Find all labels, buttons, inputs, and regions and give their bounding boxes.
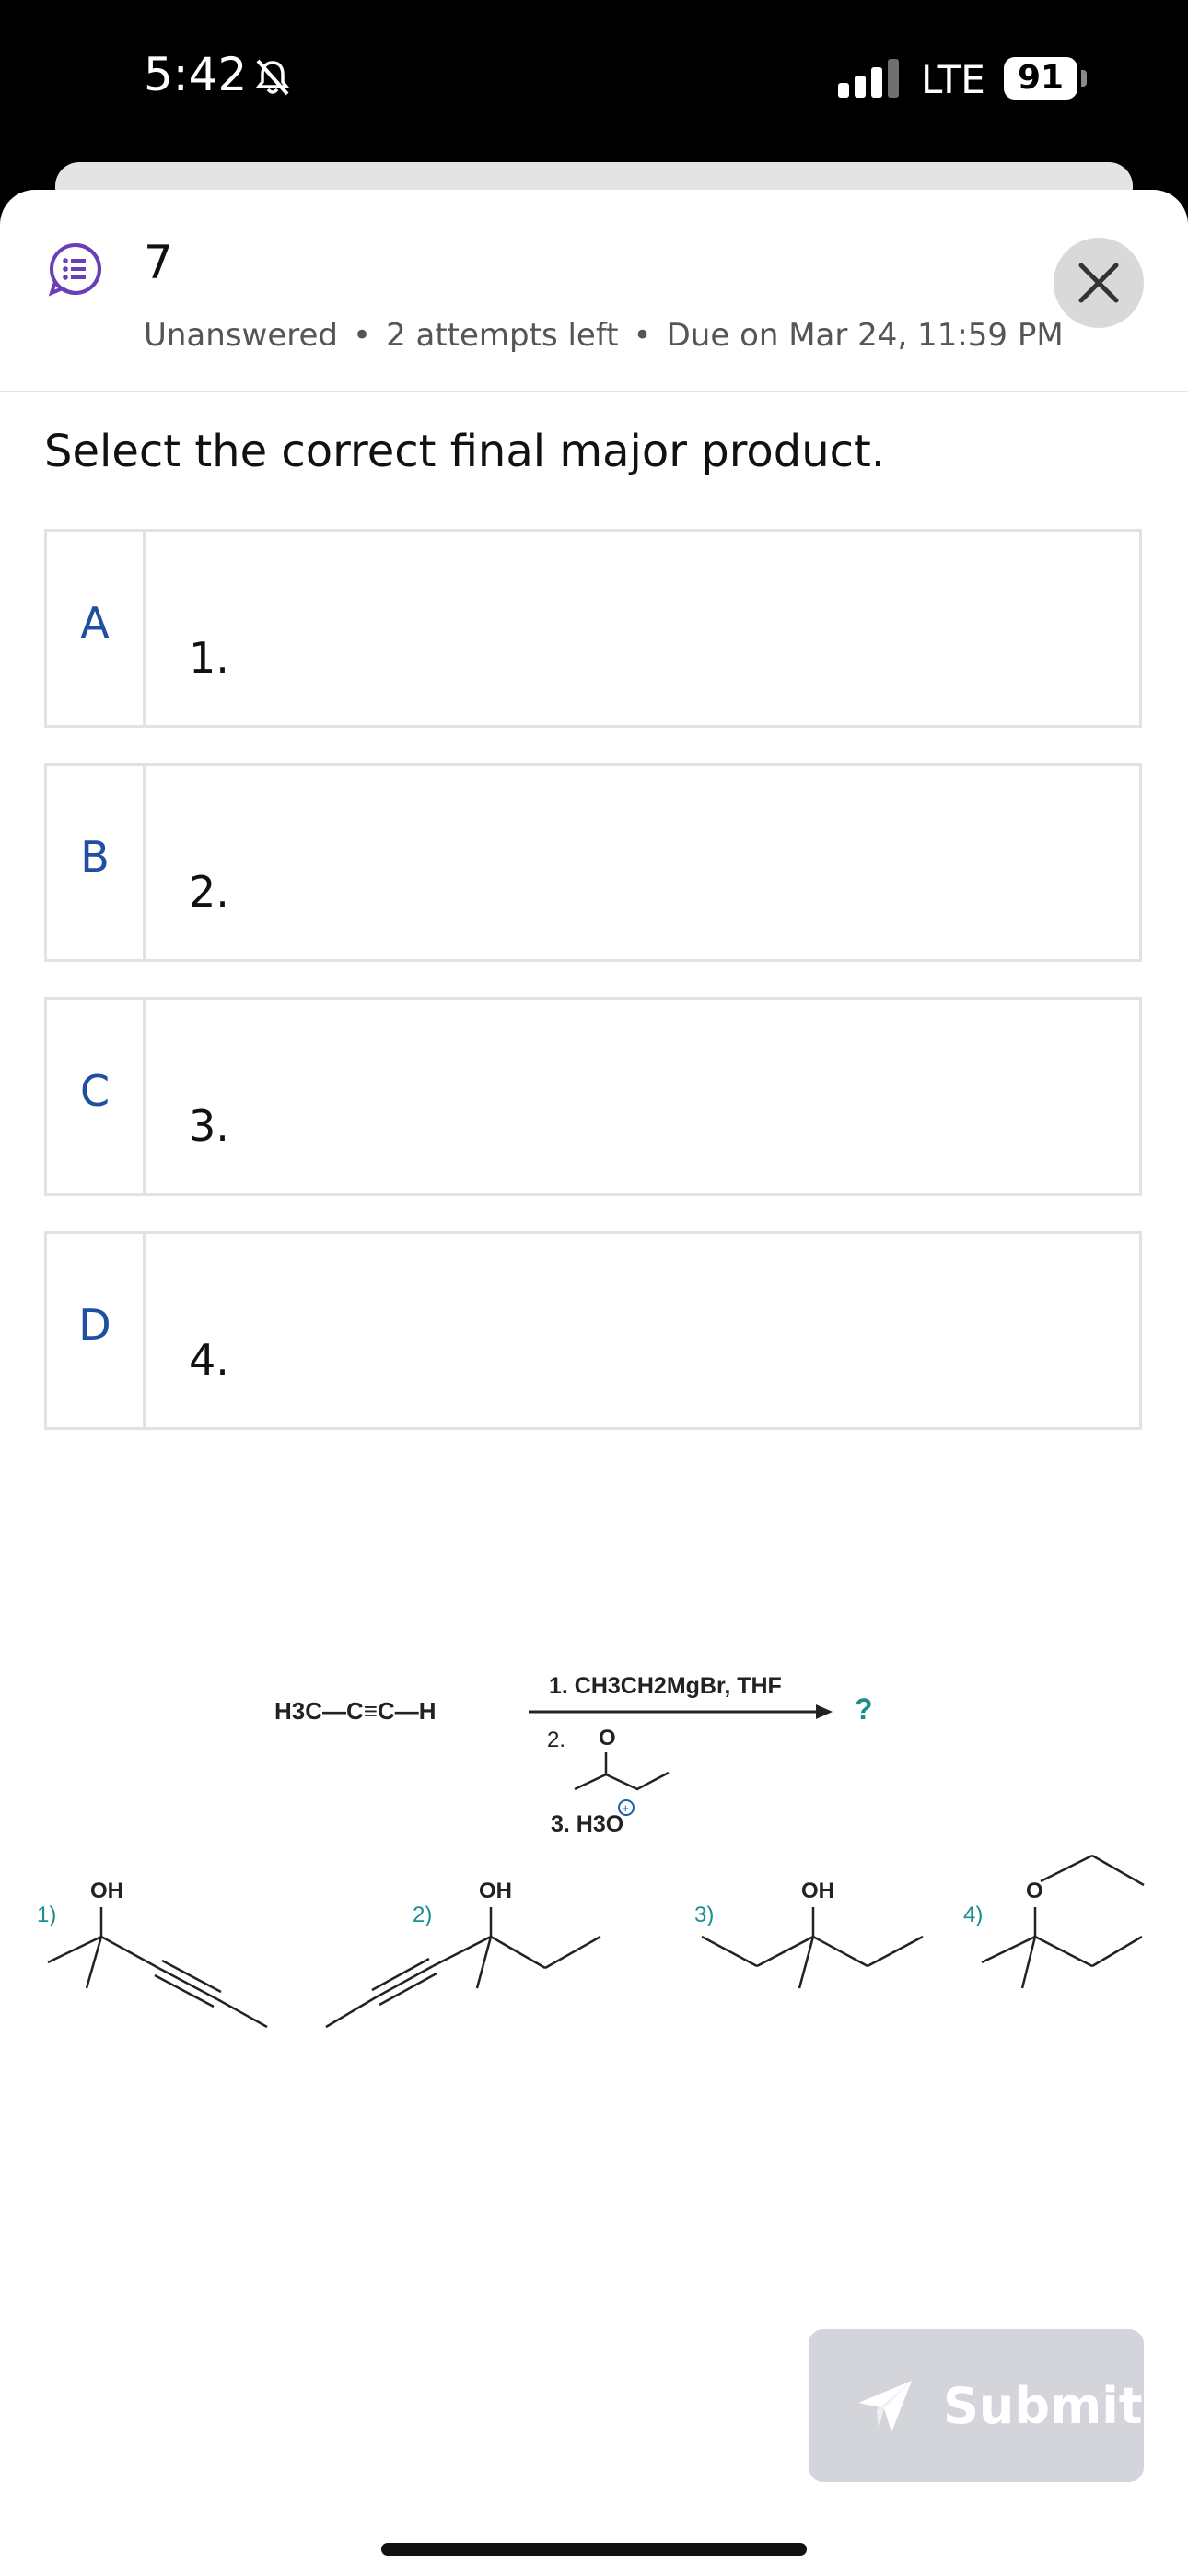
reagent-step-2: 2. <box>547 1727 565 1752</box>
question-list-icon[interactable] <box>48 241 103 297</box>
option-label: 1. <box>189 633 229 683</box>
due-date: Due on Mar 24, 11:59 PM <box>666 317 1064 354</box>
option-letter-cell: C <box>47 1000 146 1193</box>
choice-label-3: 3) <box>694 1903 714 1927</box>
option-letter: D <box>78 1300 111 1350</box>
submit-button[interactable]: Submit <box>809 2329 1144 2482</box>
option-letter-cell: D <box>47 1234 146 1427</box>
reaction-scheme-image: H3C—C≡C—H 1. CH3CH2MgBr, THF 2. O 3. H3O… <box>37 1673 1145 2029</box>
choice-label-1: 1) <box>37 1903 56 1927</box>
status-bar: 5:42 LTE 91 <box>0 0 1188 184</box>
structure-choice-1 <box>47 1907 268 2029</box>
option-letter-cell: A <box>47 532 146 725</box>
answer-option-a[interactable]: A 1. <box>44 529 1142 728</box>
choice-label-2: 2) <box>413 1903 432 1927</box>
option-letter-cell: B <box>47 766 146 959</box>
reactant-formula: H3C—C≡C—H <box>274 1697 437 1725</box>
structure-choice-4 <box>981 1854 1145 1989</box>
ketone-skeleton <box>574 1771 670 1791</box>
hydroxyl-label: OH <box>90 1879 123 1903</box>
structure-choice-3 <box>701 1907 924 1989</box>
battery-icon: 91 <box>1004 57 1077 100</box>
home-indicator[interactable] <box>381 2543 807 2556</box>
question-sheet: 7 Unanswered • 2 attempts left • Due on Mar … <box>0 190 1188 2576</box>
header-divider <box>0 391 1188 392</box>
hydroxyl-label: OH <box>479 1879 512 1903</box>
answer-option-d[interactable]: D 4. <box>44 1231 1142 1430</box>
reagent-step-1: 1. CH3CH2MgBr, THF <box>549 1673 782 1699</box>
answer-option-b[interactable]: B 2. <box>44 763 1142 962</box>
submit-label: Submit <box>943 2377 1143 2435</box>
question-meta: Unanswered • 2 attempts left • Due on Mar 24… <box>144 317 1064 354</box>
option-letter: A <box>80 598 110 648</box>
close-button[interactable] <box>1054 238 1144 328</box>
status-time: 5:42 <box>144 48 248 101</box>
bell-muted-icon <box>252 57 293 102</box>
signal-icon <box>838 59 908 102</box>
option-letter: B <box>80 832 110 882</box>
answer-status: Unanswered <box>144 317 338 354</box>
structure-choice-2 <box>325 1907 601 2029</box>
question-prompt: Select the correct final major product. <box>44 426 886 477</box>
question-number: 7 <box>144 236 173 289</box>
option-label: 4. <box>189 1335 229 1385</box>
close-icon <box>1078 263 1119 303</box>
separator-dot: • <box>353 317 372 354</box>
unknown-product: ? <box>855 1692 873 1726</box>
plus-sign: + <box>623 1801 630 1815</box>
battery-tip <box>1081 70 1087 87</box>
reagent-step-3: 3. H3O <box>551 1811 623 1837</box>
ether-oxygen-label: O <box>1026 1879 1043 1903</box>
hydroxyl-label: OH <box>801 1879 834 1903</box>
arrowhead <box>816 1704 833 1719</box>
option-label: 2. <box>189 867 229 917</box>
separator-dot: • <box>633 317 652 354</box>
option-letter: C <box>79 1066 111 1116</box>
send-icon <box>855 2375 915 2441</box>
choice-label-4: 4) <box>963 1903 983 1927</box>
ketone-oxygen: O <box>599 1726 616 1751</box>
network-type: LTE <box>921 57 985 102</box>
option-label: 3. <box>189 1101 229 1151</box>
answer-option-c[interactable]: C 3. <box>44 997 1142 1196</box>
attempts-left: 2 attempts left <box>386 317 619 354</box>
